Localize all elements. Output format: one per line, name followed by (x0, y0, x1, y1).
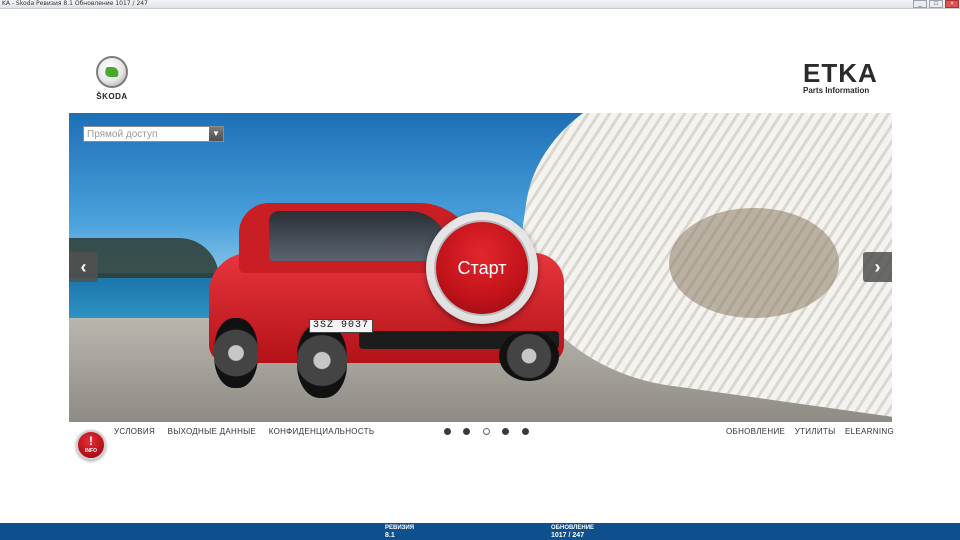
revision-block: РЕВИЗИЯ 8.1 (385, 525, 414, 539)
update-label: ОБНОВЛЕНИЕ (551, 525, 595, 531)
update-value: 1017 / 247 (551, 532, 585, 539)
hero-building-shadow (669, 208, 839, 318)
window-title: KA - Skoda Ревизия 8.1 Обновление 1017 /… (2, 0, 148, 7)
license-plate: 3SZ 9037 (309, 319, 373, 333)
info-label: INFO (85, 448, 97, 454)
link-privacy[interactable]: Конфиденциальность (269, 427, 375, 436)
carousel-dot[interactable] (502, 428, 510, 435)
info-button[interactable]: ! INFO (76, 430, 106, 460)
car-wheel-rear (214, 318, 258, 388)
link-elearning[interactable]: Elearning (845, 427, 894, 436)
footer-links-left: Условия Выходные данные Конфиденциальнос… (114, 427, 384, 436)
start-button[interactable]: Старт (426, 212, 538, 324)
carousel-next-button[interactable]: › (863, 252, 892, 282)
link-utilities[interactable]: Утилиты (795, 427, 836, 436)
car-wheel-front-left (297, 323, 347, 398)
car-wheel-front-right (499, 331, 559, 381)
carousel-dot-active[interactable] (482, 428, 490, 435)
link-terms[interactable]: Условия (114, 427, 155, 436)
carousel-dot[interactable] (444, 428, 451, 435)
maximize-button[interactable]: □ (929, 0, 943, 8)
carousel-dot[interactable] (463, 428, 471, 435)
etka-logo: ETKA Parts Information (803, 60, 885, 95)
exclamation-icon: ! (89, 434, 93, 448)
start-button-label: Старт (457, 258, 507, 278)
skoda-wordmark: ŠKODA (96, 92, 128, 101)
link-imprint[interactable]: Выходные данные (168, 427, 257, 436)
status-footer: РЕВИЗИЯ 8.1 ОБНОВЛЕНИЕ 1017 / 247 (0, 523, 960, 540)
etka-wordmark: ETKA (803, 58, 878, 88)
direct-access-dropdown[interactable]: Прямой доступ ▼ (83, 126, 224, 142)
carousel-indicators (444, 428, 537, 437)
revision-label: РЕВИЗИЯ (385, 525, 415, 531)
carousel-prev-button[interactable]: ‹ (69, 252, 98, 282)
minimize-button[interactable]: _ (913, 0, 927, 8)
window-titlebar: KA - Skoda Ревизия 8.1 Обновление 1017 /… (0, 0, 960, 9)
footer-links-right: Обновление Утилиты Elearning (726, 427, 894, 436)
direct-access-placeholder: Прямой доступ (87, 129, 158, 140)
skoda-emblem-icon (96, 56, 128, 88)
link-update[interactable]: Обновление (726, 427, 785, 436)
chevron-down-icon[interactable]: ▼ (209, 127, 223, 141)
chevron-right-icon: › (874, 257, 881, 277)
car-windows (269, 211, 449, 261)
chevron-left-icon: ‹ (80, 257, 87, 277)
skoda-logo: ŠKODA (92, 56, 132, 104)
revision-value: 8.1 (385, 532, 395, 539)
close-button[interactable]: × (945, 0, 959, 8)
carousel-dot[interactable] (521, 428, 529, 435)
update-block: ОБНОВЛЕНИЕ 1017 / 247 (551, 525, 594, 539)
